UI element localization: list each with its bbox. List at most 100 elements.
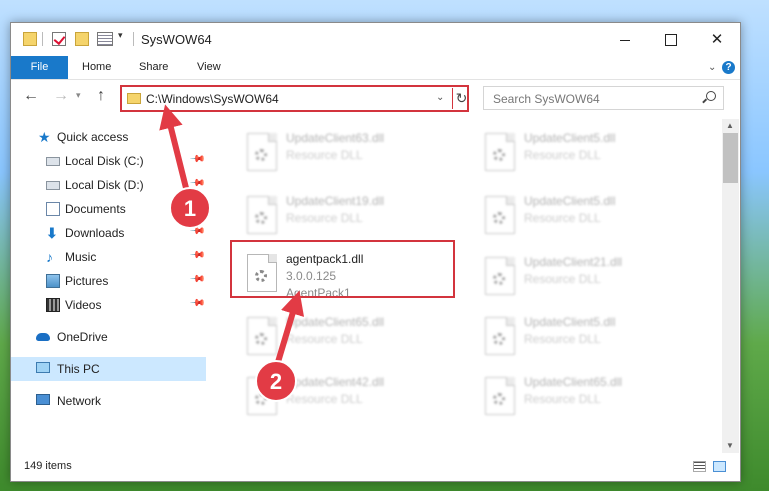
star-icon: ★ [38, 129, 51, 145]
sidebar-item-label: Quick access [57, 130, 129, 144]
list-item[interactable]: UpdateClient42.dll Resource DLL [242, 372, 462, 428]
sidebar-item-label: Downloads [65, 226, 125, 240]
dll-file-icon [485, 196, 515, 234]
list-item[interactable]: UpdateClient21.dll Resource DLL [480, 252, 700, 308]
ribbon-expand-icon[interactable]: ⌄ [708, 62, 716, 73]
properties-check-icon[interactable] [52, 32, 66, 46]
sidebar-item-quick-access[interactable]: ★ Quick access [11, 125, 206, 149]
file-name: UpdateClient21.dll [524, 255, 623, 269]
search-placeholder: Search SysWOW64 [493, 92, 600, 106]
dll-file-icon [485, 133, 515, 171]
sidebar-item-documents[interactable]: Documents 📌 [11, 197, 206, 221]
address-path[interactable]: C:\Windows\SysWOW64 [146, 92, 279, 106]
sidebar-item-label: This PC [57, 362, 100, 376]
sidebar-item-music[interactable]: ♪ Music 📌 [11, 245, 206, 269]
recent-locations-icon[interactable]: ▾ [76, 90, 81, 101]
pin-icon[interactable]: 📌 [189, 199, 206, 216]
dll-file-icon [247, 133, 277, 171]
back-button[interactable]: ← [23, 87, 39, 105]
scroll-thumb[interactable] [723, 133, 738, 183]
file-type: Resource DLL [524, 332, 601, 346]
sidebar-item-local-disk-c[interactable]: Local Disk (C:) 📌 [11, 149, 206, 173]
forward-button[interactable]: → [53, 87, 69, 105]
up-button[interactable]: ↑ [97, 87, 105, 105]
address-dropdown-icon[interactable]: ⌄ [436, 92, 444, 103]
file-name: UpdateClient5.dll [524, 131, 616, 145]
refresh-button[interactable]: ↻ [452, 88, 470, 109]
sidebar-item-local-disk-d[interactable]: Local Disk (D:) 📌 [11, 173, 206, 197]
file-name: UpdateClient65.dll [524, 375, 623, 389]
sidebar-item-pictures[interactable]: Pictures 📌 [11, 269, 206, 293]
vertical-scrollbar[interactable]: ▲ ▼ [722, 119, 739, 453]
download-arrow-icon: ⬇ [46, 225, 58, 241]
file-name: UpdateClient5.dll [524, 315, 616, 329]
drive-icon [46, 181, 60, 190]
tiles-view-icon[interactable] [713, 461, 726, 472]
gear-icon [255, 393, 267, 405]
ribbon-tabs: File Home Share View ⌄ ? [11, 56, 740, 80]
tab-share[interactable]: Share [125, 56, 182, 79]
pin-icon[interactable]: 📌 [189, 175, 206, 192]
sidebar-item-videos[interactable]: Videos 📌 [11, 293, 206, 317]
new-folder-icon[interactable] [75, 32, 89, 46]
list-item[interactable]: UpdateClient65.dll Resource DLL [480, 372, 700, 428]
help-icon[interactable]: ? [722, 61, 735, 74]
cloud-icon [36, 333, 50, 341]
item-count: 149 items [24, 460, 72, 472]
gear-icon [493, 393, 505, 405]
address-bar[interactable]: C:\Windows\SysWOW64 ⌄ ↻ [120, 85, 469, 112]
documents-icon [46, 202, 60, 216]
sidebar-item-label: Network [57, 394, 102, 408]
pin-icon[interactable]: 📌 [189, 271, 206, 288]
file-type: Resource DLL [286, 211, 363, 225]
separator [133, 32, 134, 46]
highlight-box [230, 240, 455, 298]
dll-file-icon [247, 377, 277, 415]
close-button[interactable]: ✕ [694, 23, 740, 56]
tab-view[interactable]: View [183, 56, 235, 79]
search-icon[interactable] [706, 91, 716, 101]
file-type: Resource DLL [286, 392, 363, 406]
list-item[interactable]: UpdateClient5.dll Resource DLL [480, 191, 700, 247]
sidebar-item-network[interactable]: Network [11, 389, 206, 413]
list-item[interactable]: UpdateClient19.dll Resource DLL [242, 191, 462, 247]
pin-icon[interactable]: 📌 [189, 223, 206, 240]
customize-toolbar-icon[interactable] [97, 32, 113, 46]
sidebar-item-label: Local Disk (D:) [65, 178, 144, 192]
scroll-down-icon[interactable]: ▼ [726, 441, 734, 450]
details-view-icon[interactable] [693, 461, 706, 472]
close-icon: ✕ [710, 31, 724, 48]
list-item[interactable]: UpdateClient5.dll Resource DLL [480, 128, 700, 184]
pin-icon[interactable]: 📌 [189, 151, 206, 168]
sidebar-item-label: Music [65, 250, 97, 264]
tab-home[interactable]: Home [68, 56, 125, 79]
computer-icon [36, 362, 50, 373]
list-item[interactable]: UpdateClient65.dll Resource DLL [242, 312, 462, 368]
list-item[interactable]: UpdateClient5.dll Resource DLL [480, 312, 700, 368]
sidebar-item-downloads[interactable]: ⬇ Downloads 📌 [11, 221, 206, 245]
search-input[interactable]: Search SysWOW64 [483, 86, 724, 110]
list-item[interactable]: UpdateClient63.dll Resource DLL [242, 128, 462, 184]
dll-file-icon [485, 317, 515, 355]
dll-file-icon [247, 196, 277, 234]
scroll-up-icon[interactable]: ▲ [726, 121, 734, 130]
title-bar: ▾ SysWOW64 ✕ [11, 23, 740, 56]
sidebar-item-this-pc[interactable]: This PC [11, 357, 206, 381]
pin-icon[interactable]: 📌 [189, 295, 206, 312]
pin-icon[interactable]: 📌 [189, 247, 206, 264]
file-name: UpdateClient5.dll [524, 194, 616, 208]
chevron-down-icon[interactable]: ▾ [118, 30, 128, 44]
maximize-button[interactable] [648, 23, 694, 56]
maximize-icon [665, 34, 677, 47]
dll-file-icon [485, 257, 515, 295]
file-type: Resource DLL [286, 332, 363, 346]
file-type: Resource DLL [524, 272, 601, 286]
minimize-icon [620, 39, 630, 41]
file-type: Resource DLL [524, 392, 601, 406]
minimize-button[interactable] [602, 23, 648, 56]
sidebar-item-label: Pictures [65, 274, 109, 288]
tab-file[interactable]: File [11, 56, 68, 79]
sidebar-item-label: Videos [65, 298, 102, 312]
navigation-pane: ★ Quick access Local Disk (C:) 📌 Local D… [11, 119, 206, 437]
sidebar-item-onedrive[interactable]: OneDrive [11, 325, 206, 349]
